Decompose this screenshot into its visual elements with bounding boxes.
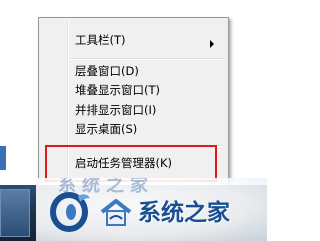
chevron-right-icon xyxy=(210,40,214,48)
menu-separator xyxy=(69,58,226,60)
menu-item-show-desktop[interactable]: 显示桌面(S) xyxy=(75,119,137,139)
menu-item-stack-windows[interactable]: 堆叠显示窗口(T) xyxy=(75,80,160,100)
menu-item-side-by-side[interactable]: 并排显示窗口(I) xyxy=(75,100,156,120)
system-home-logo-icon xyxy=(50,192,90,232)
house-icon xyxy=(100,199,132,226)
menu-item-toolbars[interactable]: 工具栏(T) xyxy=(75,30,126,50)
desktop-left-edge xyxy=(0,0,38,185)
task-manager-highlight-box xyxy=(45,145,217,182)
desktop-icon-fragment xyxy=(0,146,6,170)
watermark-text: 系统之家 xyxy=(138,200,230,226)
taskbar-button[interactable] xyxy=(0,189,30,237)
menu-item-cascade-windows[interactable]: 层叠窗口(D) xyxy=(75,61,139,81)
